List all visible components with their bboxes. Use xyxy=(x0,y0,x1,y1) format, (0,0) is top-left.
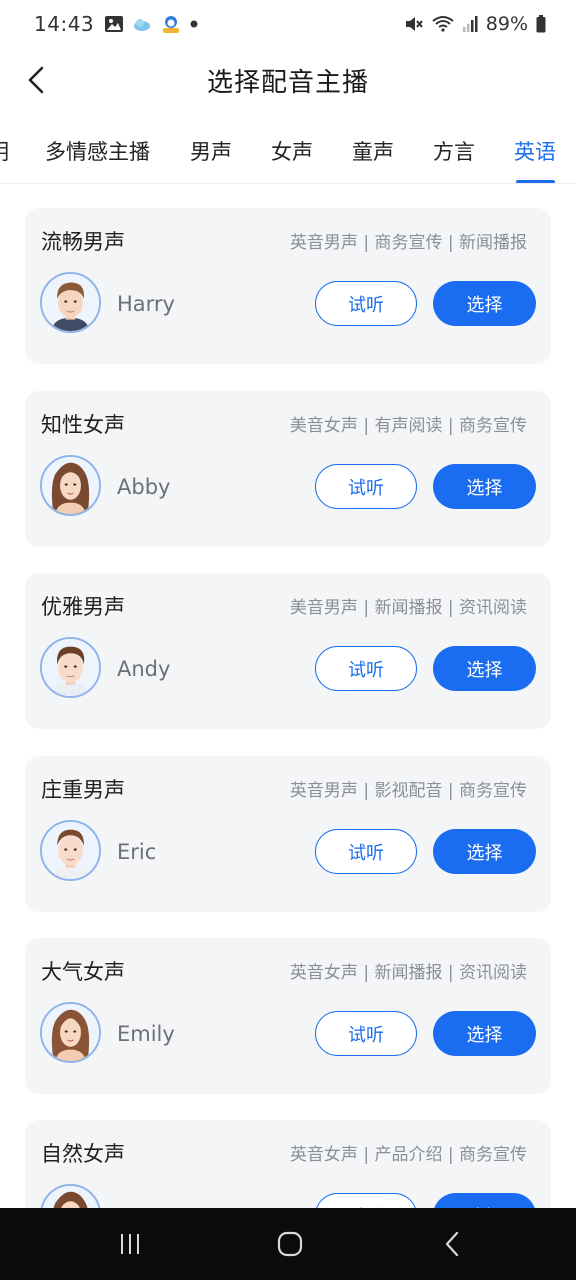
tab-child[interactable]: 童声 xyxy=(352,136,394,166)
avatar xyxy=(40,820,101,881)
voice-tags: 英音女声 | 新闻播报 | 资讯阅读 xyxy=(289,963,527,983)
voice-style-title: 自然女声 xyxy=(41,1142,125,1166)
voice-card: 优雅男声 美音男声 | 新闻播报 | 资讯阅读 Andy 试听 选择 xyxy=(25,573,551,729)
active-tab-indicator xyxy=(516,180,555,183)
recent-apps-button[interactable] xyxy=(110,1228,150,1260)
mute-icon xyxy=(405,17,423,31)
status-time: 14:43 xyxy=(34,12,95,36)
select-button[interactable]: 选择 xyxy=(433,464,536,509)
voice-style-title: 知性女声 xyxy=(41,413,125,437)
voice-card: 流畅男声 英音男声 | 商务宣传 | 新闻播报 Harry 试听 选择 xyxy=(25,208,551,364)
wifi-icon xyxy=(432,16,454,32)
recent-apps-icon xyxy=(121,1234,139,1254)
voice-name: Andy xyxy=(117,657,171,681)
tab-male[interactable]: 男声 xyxy=(190,136,232,166)
listen-button[interactable]: 试听 xyxy=(315,646,417,691)
back-nav-button[interactable] xyxy=(432,1228,472,1260)
tab-english[interactable]: 英语 xyxy=(514,136,556,166)
voice-style-title: 流畅男声 xyxy=(41,230,125,254)
select-button[interactable]: 选择 xyxy=(433,646,536,691)
chevron-left-icon xyxy=(445,1231,459,1257)
header: 选择配音主播 xyxy=(0,48,576,112)
home-icon xyxy=(277,1231,303,1257)
female-avatar-icon xyxy=(42,1004,99,1061)
voice-tags: 美音男声 | 新闻播报 | 资讯阅读 xyxy=(289,598,527,618)
home-button[interactable] xyxy=(270,1228,310,1260)
avatar xyxy=(40,272,101,333)
signal-icon xyxy=(462,16,478,32)
back-button[interactable] xyxy=(14,58,58,102)
listen-button[interactable]: 试听 xyxy=(315,1011,417,1056)
image-icon xyxy=(105,16,124,32)
voice-tags: 英音男声 | 影视配音 | 商务宣传 xyxy=(289,781,527,801)
category-tabs: 明 多情感主播 男声 女声 童声 方言 英语 xyxy=(0,118,576,184)
select-button[interactable]: 选择 xyxy=(433,281,536,326)
voice-card: 庄重男声 英音男声 | 影视配音 | 商务宣传 Eric 试听 选择 xyxy=(25,756,551,912)
voice-card: 知性女声 美音女声 | 有声阅读 | 商务宣传 Abby 试听 选择 xyxy=(25,391,551,547)
voice-name: Emily xyxy=(117,1022,175,1046)
select-button[interactable]: 选择 xyxy=(433,1011,536,1056)
voice-tags: 英音男声 | 商务宣传 | 新闻播报 xyxy=(289,233,527,253)
mascot-icon xyxy=(163,16,180,33)
female-avatar-icon xyxy=(42,457,99,514)
status-right: 89% xyxy=(404,13,546,35)
avatar xyxy=(40,455,101,516)
voice-card: 大气女声 英音女声 | 新闻播报 | 资讯阅读 Emily 试听 选择 xyxy=(25,938,551,1094)
tab-multi-emotion[interactable]: 多情感主播 xyxy=(45,136,150,166)
tab-female[interactable]: 女声 xyxy=(271,136,313,166)
cloud-icon xyxy=(134,19,151,31)
dot-icon xyxy=(190,20,198,28)
listen-button[interactable]: 试听 xyxy=(315,464,417,509)
status-left-icons xyxy=(104,14,198,34)
voice-tags: 美音女声 | 有声阅读 | 商务宣传 xyxy=(289,416,527,436)
select-button[interactable]: 选择 xyxy=(433,829,536,874)
voice-card: 自然女声 英音女声 | 产品介绍 | 商务宣传 试听 选择 xyxy=(25,1120,551,1208)
select-button[interactable]: 选择 xyxy=(433,1193,536,1208)
status-bar: 14:43 89% xyxy=(0,0,576,48)
tab-dialect[interactable]: 方言 xyxy=(433,136,475,166)
female-avatar-icon xyxy=(42,1186,99,1208)
voice-name: Harry xyxy=(117,292,175,316)
battery-icon xyxy=(536,15,546,33)
voice-style-title: 大气女声 xyxy=(41,960,125,984)
system-nav-bar xyxy=(0,1208,576,1280)
listen-button[interactable]: 试听 xyxy=(315,1193,417,1208)
tab-partial-previous[interactable]: 明 xyxy=(0,136,9,166)
male-avatar-icon xyxy=(42,274,99,331)
voice-style-title: 庄重男声 xyxy=(41,778,125,802)
voice-name: Eric xyxy=(117,840,157,864)
voice-name: Abby xyxy=(117,475,171,499)
voice-list[interactable]: 流畅男声 英音男声 | 商务宣传 | 新闻播报 Harry 试听 选择 知性女声… xyxy=(0,185,576,1208)
voice-style-title: 优雅男声 xyxy=(41,595,125,619)
male-avatar-icon xyxy=(42,822,99,879)
avatar xyxy=(40,1184,101,1208)
avatar xyxy=(40,1002,101,1063)
page-title: 选择配音主播 xyxy=(206,67,369,98)
battery-percent: 89% xyxy=(485,13,528,35)
avatar xyxy=(40,637,101,698)
chevron-left-icon xyxy=(28,66,44,94)
voice-tags: 英音女声 | 产品介绍 | 商务宣传 xyxy=(289,1145,527,1165)
male-avatar-icon xyxy=(42,639,99,696)
listen-button[interactable]: 试听 xyxy=(315,829,417,874)
listen-button[interactable]: 试听 xyxy=(315,281,417,326)
